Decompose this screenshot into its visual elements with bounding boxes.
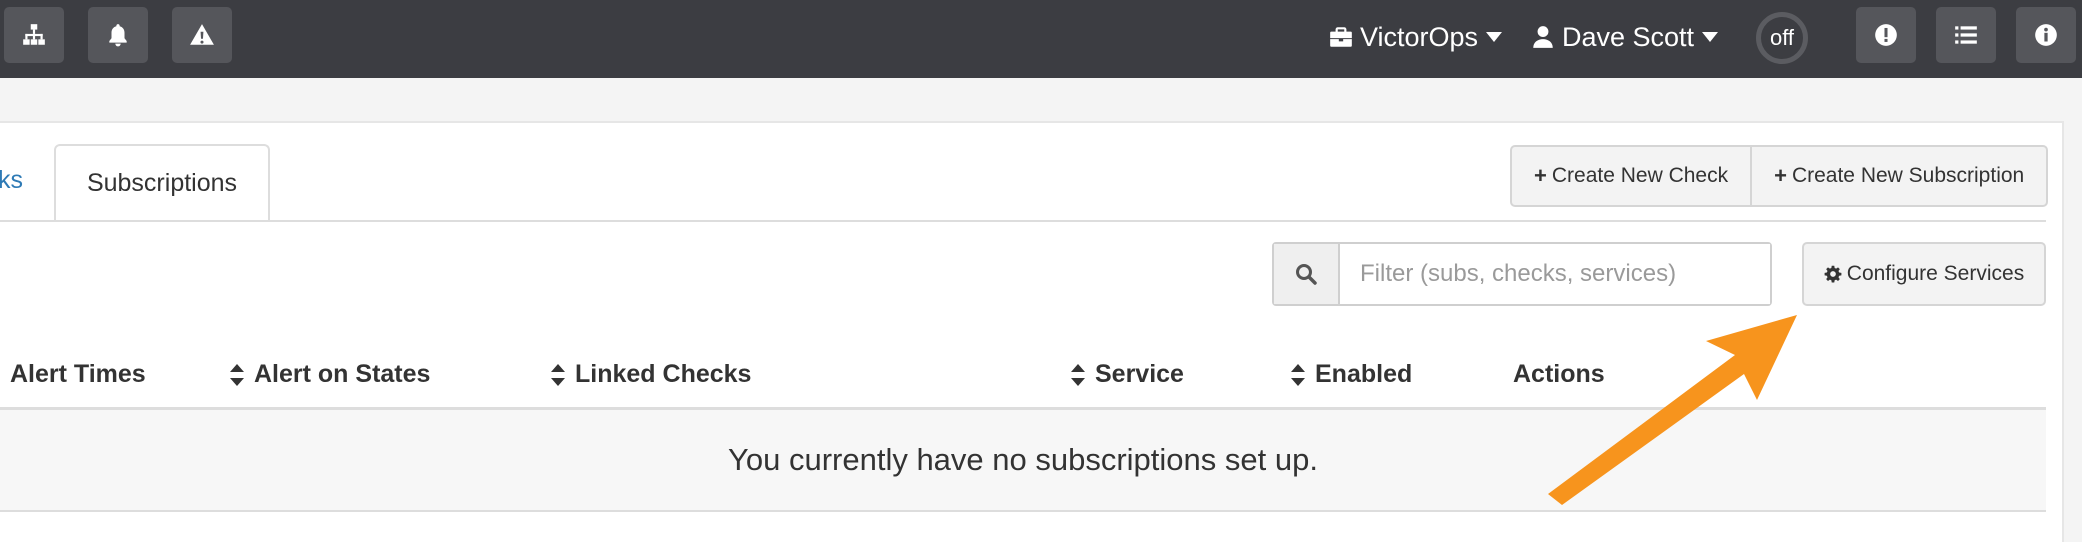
create-new-check-button[interactable]: + Create New Check xyxy=(1512,147,1750,205)
plus-icon: + xyxy=(1774,163,1787,188)
filter-input[interactable] xyxy=(1340,244,1770,304)
column-label: Alert Times xyxy=(10,360,146,388)
column-label: Linked Checks xyxy=(575,360,752,388)
search-addon xyxy=(1274,244,1340,304)
exclamation-icon xyxy=(1875,24,1897,46)
column-alert-on-states[interactable]: Alert on States xyxy=(230,360,430,389)
create-button-group: + Create New Check + Create New Subscrip… xyxy=(1510,145,2049,207)
configure-services-button[interactable]: Configure Services xyxy=(1802,242,2046,306)
create-new-subscription-label: Create New Subscription xyxy=(1791,164,2025,187)
sort-icon xyxy=(551,363,565,386)
list-icon xyxy=(1955,26,1977,44)
gear-icon xyxy=(1824,265,1842,283)
configure-services-label: Configure Services xyxy=(1846,262,2025,285)
sort-icon xyxy=(230,363,244,386)
tab-checks[interactable]: ks xyxy=(0,166,23,195)
user-menu[interactable]: Dave Scott xyxy=(1530,14,1719,60)
sort-icon xyxy=(1291,363,1305,386)
sort-icon xyxy=(1071,363,1085,386)
column-service[interactable]: Service xyxy=(1071,360,1184,389)
column-linked-checks[interactable]: Linked Checks xyxy=(551,360,751,389)
user-icon xyxy=(1533,26,1553,48)
tab-subscriptions[interactable]: Subscriptions xyxy=(54,144,270,222)
warning-icon xyxy=(190,24,214,45)
org-menu[interactable]: VictorOps xyxy=(1328,14,1503,60)
sitemap-icon xyxy=(23,24,45,45)
org-menu-label: VictorOps xyxy=(1360,21,1479,52)
info-icon xyxy=(2035,24,2057,46)
bell-icon xyxy=(109,24,127,47)
incidents-button[interactable] xyxy=(1856,7,1916,63)
briefcase-icon xyxy=(1330,27,1352,47)
column-enabled[interactable]: Enabled xyxy=(1291,360,1412,389)
info-button[interactable] xyxy=(2016,7,2076,63)
caret-down-icon xyxy=(1702,32,1719,42)
empty-state-row: You currently have no subscriptions set … xyxy=(0,410,2046,512)
empty-state-message: You currently have no subscriptions set … xyxy=(728,442,1318,477)
status-toggle[interactable]: off xyxy=(1756,12,1808,64)
top-navbar: VictorOps Dave Scott off xyxy=(0,0,2082,78)
create-new-subscription-button[interactable]: + Create New Subscription xyxy=(1750,147,2046,205)
user-menu-label: Dave Scott xyxy=(1562,21,1695,52)
notifications-button[interactable] xyxy=(88,7,148,63)
column-label: Alert on States xyxy=(254,360,431,388)
tab-divider xyxy=(0,220,2046,222)
column-label: Actions xyxy=(1513,360,1605,388)
column-label: Enabled xyxy=(1315,360,1413,388)
column-label: Service xyxy=(1095,360,1184,388)
filter-search xyxy=(1272,242,1772,306)
create-new-check-label: Create New Check xyxy=(1551,164,1729,187)
alerts-button[interactable] xyxy=(172,7,232,63)
column-alert-times[interactable]: Alert Times xyxy=(10,360,146,389)
search-icon xyxy=(1296,264,1317,285)
caret-down-icon xyxy=(1486,32,1503,42)
timeline-button[interactable] xyxy=(1936,7,1996,63)
sitemap-button[interactable] xyxy=(4,7,64,63)
plus-icon: + xyxy=(1534,163,1547,188)
column-actions: Actions xyxy=(1513,360,1605,389)
